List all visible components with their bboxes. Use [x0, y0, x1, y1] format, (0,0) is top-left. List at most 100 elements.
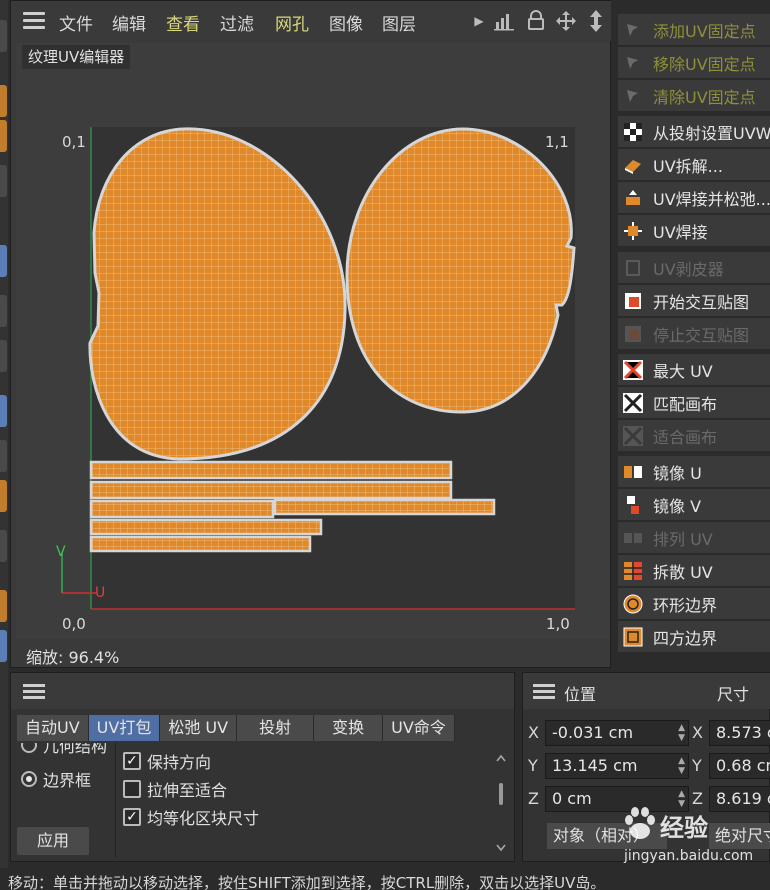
coordinates-header: 位置 尺寸: [523, 673, 770, 709]
left-tool-button[interactable]: [0, 440, 7, 472]
menu-filter[interactable]: 过滤: [220, 10, 254, 35]
hamburger-menu-icon[interactable]: [23, 12, 45, 30]
weld-icon: [623, 221, 643, 241]
histogram-icon[interactable]: [492, 9, 516, 33]
menu-image[interactable]: 图像: [329, 10, 363, 35]
left-tool-button[interactable]: [0, 530, 7, 562]
options-scrollbar[interactable]: [495, 753, 507, 853]
uv-weld-button[interactable]: UV焊接: [618, 215, 770, 246]
menu-file[interactable]: 文件: [59, 10, 93, 35]
expand-arrow-icon[interactable]: ▶: [467, 9, 491, 33]
tab-transform[interactable]: 变换: [314, 715, 384, 741]
menu-mesh[interactable]: 网孔: [275, 10, 309, 35]
left-tool-button[interactable]: [0, 295, 7, 327]
interactive-start-icon: [623, 291, 643, 311]
ring-boundary-icon: [623, 594, 643, 614]
apply-button[interactable]: 应用: [17, 827, 89, 855]
left-tool-button[interactable]: [0, 120, 7, 152]
left-tool-button[interactable]: [0, 480, 7, 512]
hamburger-menu-icon[interactable]: [23, 684, 45, 700]
tab-uv-commands[interactable]: UV命令: [383, 715, 455, 741]
left-tool-button[interactable]: [0, 340, 7, 372]
stepper-icon[interactable]: ▲ ▼: [678, 756, 685, 776]
u-gizmo-label: U: [95, 585, 105, 601]
unwrap-icon: [623, 155, 643, 175]
watermark-brand: 经验: [660, 814, 708, 842]
radio-bounding-box[interactable]: 边界框: [21, 767, 91, 791]
maximize-uv-icon: [623, 359, 643, 380]
position-y-field[interactable]: 13.145 cm ▲ ▼: [545, 753, 689, 779]
options-tabs: 自动UV UV打包 松弛 UV 投射 变换 UV命令: [17, 715, 455, 741]
square-boundary-button[interactable]: 四方边界: [618, 621, 770, 652]
options-divider: [115, 743, 116, 858]
ring-boundary-button[interactable]: 环形边界: [618, 588, 770, 619]
uv-viewport[interactable]: V U 0,1 1,1 0,0 1,0 纹理UV编辑器: [16, 43, 610, 639]
maximize-uv-button[interactable]: 最大 UV: [618, 354, 770, 385]
set-uvw-from-projection-button[interactable]: 从投射设置UVW: [618, 116, 770, 147]
clear-uv-pin-button[interactable]: 清除UV固定点: [618, 80, 770, 111]
hamburger-menu-icon[interactable]: [533, 684, 555, 700]
left-tool-button[interactable]: [0, 590, 7, 622]
uv-strip-island[interactable]: [89, 499, 275, 519]
uv-strip-island[interactable]: [89, 460, 453, 480]
uv-strip-island[interactable]: [273, 498, 496, 516]
left-tool-button[interactable]: [0, 165, 7, 197]
uv-unwrap-button[interactable]: UV拆解...: [618, 149, 770, 180]
move-icon[interactable]: [554, 9, 578, 33]
left-tool-button[interactable]: [0, 245, 7, 277]
tab-relax-uv[interactable]: 松弛 UV: [160, 715, 238, 741]
uv-peeler-button[interactable]: UV剥皮器: [618, 252, 770, 283]
tab-auto-uv[interactable]: 自动UV: [17, 715, 89, 741]
mirror-u-button[interactable]: 镜像 U: [618, 456, 770, 487]
baidu-jingyan-watermark: 经验 jingyan.baidu.com: [616, 800, 766, 868]
watermark-url: jingyan.baidu.com: [624, 848, 754, 864]
remove-uv-pin-button[interactable]: 移除UV固定点: [618, 47, 770, 78]
left-toolbar-strip: [0, 0, 8, 868]
tab-uv-pack[interactable]: UV打包: [88, 715, 161, 741]
fit-canvas-button[interactable]: 适合画布: [618, 420, 770, 451]
arrange-uv-button[interactable]: 排列 UV: [618, 522, 770, 553]
size-y-field[interactable]: 0.68 cm: [709, 753, 770, 779]
mirror-v-button[interactable]: 镜像 V: [618, 489, 770, 520]
uv-weld-relax-button[interactable]: UV焊接并松弛...: [618, 182, 770, 213]
stop-interactive-mapping-button[interactable]: 停止交互贴图: [618, 318, 770, 349]
split-uv-button[interactable]: 拆散 UV: [618, 555, 770, 586]
size-x-field[interactable]: 8.573 cm: [709, 720, 770, 746]
lock-icon[interactable]: [524, 9, 548, 33]
add-uv-pin-button[interactable]: 添加UV固定点: [618, 14, 770, 45]
checkbox-keep-orientation[interactable]: ✓ 保持方向: [123, 749, 211, 773]
menu-layer[interactable]: 图层: [382, 10, 416, 35]
corner-label-bottom-left: 0,0: [62, 615, 86, 633]
size-header: 尺寸: [717, 685, 750, 704]
left-tool-button[interactable]: [0, 20, 7, 52]
radio-geometry[interactable]: 几何结构: [21, 743, 107, 757]
pos-z-label: Z: [528, 789, 539, 808]
mirror-v-icon: [623, 495, 643, 515]
weld-relax-icon: [623, 188, 643, 208]
match-canvas-button[interactable]: 匹配画布: [618, 387, 770, 418]
start-interactive-mapping-button[interactable]: 开始交互贴图: [618, 285, 770, 316]
arrange-uv-icon: [623, 528, 643, 548]
checker-icon: [623, 122, 643, 142]
pin-remove-icon: [623, 53, 643, 73]
menu-view[interactable]: 查看: [166, 10, 200, 35]
checkbox-stretch-to-fit[interactable]: 拉伸至适合: [123, 777, 227, 801]
position-x-field[interactable]: -0.031 cm ▲ ▼: [545, 720, 689, 746]
checkbox-equalize-island-size[interactable]: ✓ 均等化区块尺寸: [123, 805, 259, 829]
left-tool-button[interactable]: [0, 85, 7, 117]
menu-edit[interactable]: 编辑: [112, 10, 146, 35]
status-bar: 移动：单击并拖动以移动选择，按住SHIFT添加到选择，按CTRL删除，双击以选择…: [0, 868, 770, 890]
uv-editor-panel: 文件 编辑 查看 过滤 网孔 图像 图层 ▶ V U 0,1 1,1 0,0 1…: [10, 0, 611, 668]
radio-circle: [21, 771, 37, 787]
stepper-icon[interactable]: ▲ ▼: [678, 723, 685, 743]
vertical-move-icon[interactable]: [584, 9, 608, 33]
uv-strip-island[interactable]: [89, 518, 323, 536]
options-panel-header: [11, 673, 514, 709]
uv-strip-island[interactable]: [89, 480, 453, 500]
uv-canvas[interactable]: V U 0,1 1,1 0,0 1,0: [16, 43, 610, 639]
left-tool-button[interactable]: [0, 630, 7, 662]
tab-projection[interactable]: 投射: [237, 715, 315, 741]
uv-strip-island[interactable]: [89, 535, 312, 553]
corner-label-top-left: 0,1: [62, 133, 86, 151]
left-tool-button[interactable]: [0, 395, 7, 427]
